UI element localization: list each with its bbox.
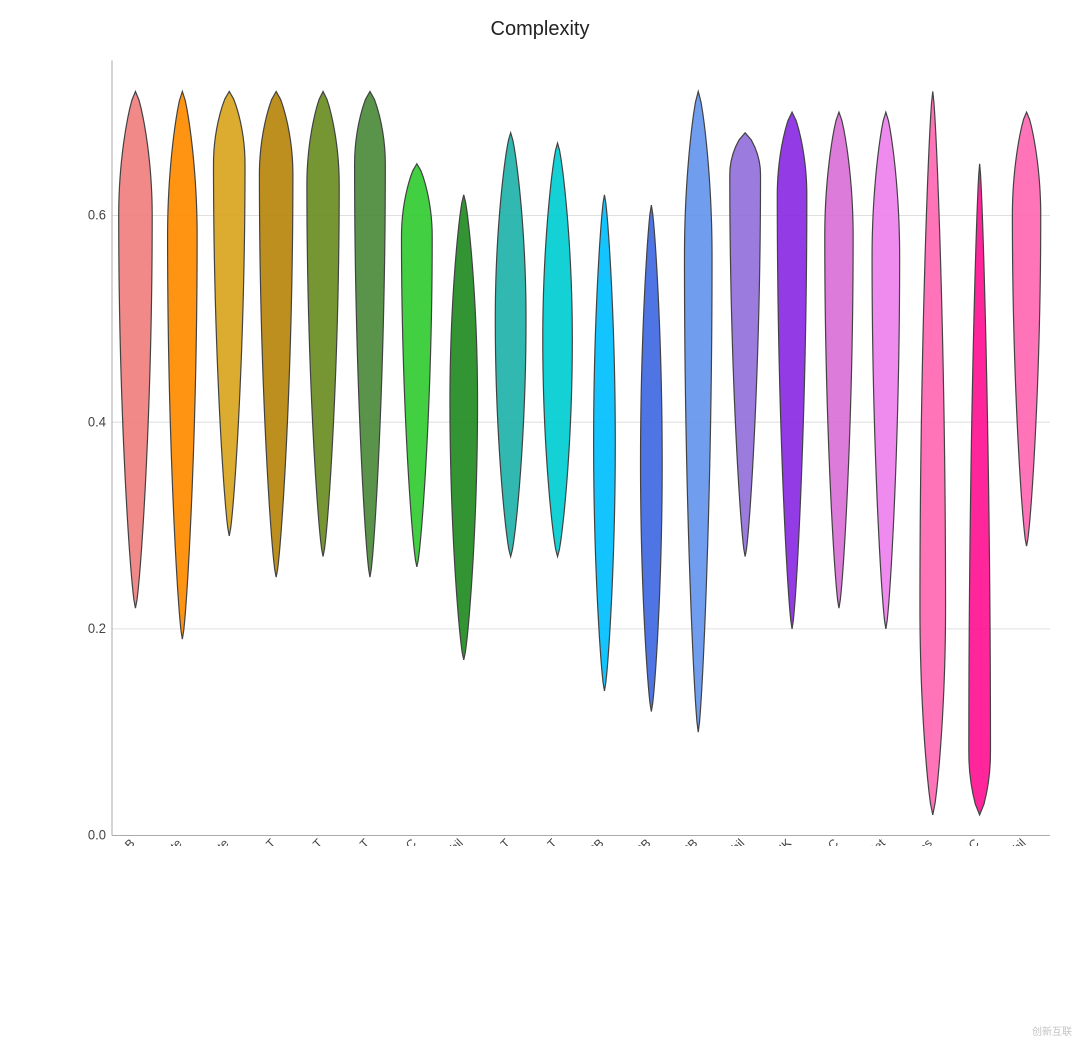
- chart-area: 0.00.20.40.6BCD14 MonocyteCD16 MonocyteC…: [60, 50, 1060, 846]
- svg-text:0.4: 0.4: [88, 414, 106, 429]
- svg-text:RBC: RBC: [954, 836, 982, 846]
- svg-text:CD4n T: CD4n T: [286, 836, 325, 846]
- svg-text:gd T: gd T: [486, 836, 513, 846]
- svg-text:0.0: 0.0: [88, 827, 106, 842]
- chart-container: Complexity 0.00.20.40.6BCD14 MonocyteCD1…: [0, 0, 1080, 1046]
- svg-text:IgA PB: IgA PB: [571, 836, 607, 846]
- svg-text:0.2: 0.2: [88, 621, 106, 636]
- svg-text:CD8m T: CD8m T: [331, 836, 372, 846]
- svg-text:CD4m T: CD4m T: [237, 836, 278, 846]
- svg-text:0.6: 0.6: [88, 207, 106, 222]
- watermark: 创新互联: [1032, 1023, 1072, 1038]
- svg-text:B: B: [122, 836, 137, 846]
- svg-text:NK: NK: [773, 835, 795, 846]
- svg-text:Developing Neutrophil: Developing Neutrophil: [373, 836, 466, 846]
- svg-text:DC: DC: [397, 836, 419, 846]
- chart-title: Complexity: [0, 0, 1080, 41]
- svg-text:pDC: pDC: [814, 836, 841, 846]
- svg-text:Platelet: Platelet: [850, 836, 888, 846]
- svg-text:IgM PB: IgM PB: [663, 836, 700, 846]
- svg-text:Neutrophil: Neutrophil: [699, 836, 747, 846]
- chart-svg: 0.00.20.40.6BCD14 MonocyteCD16 MonocyteC…: [60, 50, 1060, 846]
- svg-text:IgG PB: IgG PB: [616, 836, 653, 846]
